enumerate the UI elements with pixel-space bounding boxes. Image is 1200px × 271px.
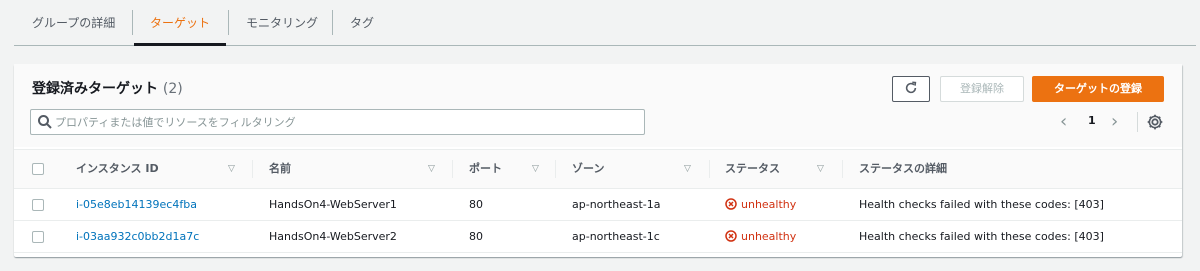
panel-count: (2) (162, 81, 183, 97)
search-input[interactable] (55, 111, 635, 133)
column-divider[interactable] (709, 160, 710, 178)
refresh-icon (905, 81, 917, 94)
pagination-divider (1137, 112, 1138, 132)
status-detail: Health checks failed with these codes: [… (859, 198, 1104, 211)
column-header-name[interactable]: 名前 (269, 150, 291, 188)
tab-targets[interactable]: ターゲット (150, 8, 210, 38)
target-name: HandsOn4-WebServer1 (269, 198, 397, 211)
deregister-button[interactable]: 登録解除 (940, 76, 1024, 102)
column-header-port[interactable]: ポート (469, 150, 502, 188)
gear-icon[interactable] (1146, 113, 1164, 131)
tab-divider (332, 10, 333, 35)
column-header-zone[interactable]: ゾーン (572, 150, 604, 188)
error-circle-icon (725, 198, 737, 210)
status-text: unhealthy (741, 198, 797, 211)
table-row[interactable]: i-05e8eb14139ec4fba HandsOn4-WebServer1 … (14, 189, 1182, 221)
column-divider[interactable] (842, 160, 843, 178)
target-zone: ap-northeast-1a (572, 198, 661, 211)
target-port: 80 (469, 230, 483, 243)
active-tab-indicator (134, 43, 226, 46)
sort-icon[interactable]: ▽ (817, 150, 824, 188)
tab-divider (228, 10, 229, 35)
tab-monitoring[interactable]: モニタリング (246, 8, 318, 38)
status-badge: unhealthy (725, 221, 796, 252)
instance-id-link[interactable]: i-05e8eb14139ec4fba (76, 189, 197, 220)
filter-search-box (30, 109, 645, 135)
panel-header: 登録済みターゲット (2) 登録解除 ターゲットの登録 ‹ 1 › (14, 64, 1182, 147)
status-text: unhealthy (741, 230, 797, 243)
target-port: 80 (469, 198, 483, 211)
register-targets-button[interactable]: ターゲットの登録 (1032, 76, 1164, 102)
search-icon (38, 115, 52, 129)
column-divider[interactable] (252, 160, 253, 178)
sort-icon[interactable]: ▽ (428, 150, 435, 188)
tab-tags[interactable]: タグ (350, 8, 374, 38)
select-all-checkbox[interactable] (32, 163, 44, 175)
column-header-status-detail[interactable]: ステータスの詳細 (859, 150, 947, 188)
refresh-button[interactable] (892, 76, 930, 102)
panel-title-text: 登録済みターゲット (32, 81, 158, 97)
target-name: HandsOn4-WebServer2 (269, 230, 397, 243)
table-row[interactable]: i-03aa932c0bb2d1a7c HandsOn4-WebServer2 … (14, 221, 1182, 253)
sort-icon[interactable]: ▽ (532, 150, 539, 188)
row-checkbox[interactable] (32, 231, 44, 243)
pagination-prev-icon[interactable]: ‹ (1060, 112, 1067, 132)
status-badge: unhealthy (725, 189, 796, 220)
tab-bar: グループの詳細 ターゲット モニタリング タグ (0, 0, 1200, 46)
sort-icon[interactable]: ▽ (228, 150, 235, 188)
column-header-instance-id[interactable]: インスタンス ID (76, 150, 159, 188)
pagination-next-icon[interactable]: › (1111, 112, 1118, 132)
sort-icon[interactable]: ▽ (684, 150, 691, 188)
pagination-current-page[interactable]: 1 (1088, 114, 1096, 127)
target-zone: ap-northeast-1c (572, 230, 660, 243)
column-divider[interactable] (452, 160, 453, 178)
registered-targets-panel: 登録済みターゲット (2) 登録解除 ターゲットの登録 ‹ 1 › (14, 64, 1182, 257)
row-checkbox[interactable] (32, 199, 44, 211)
instance-id-link[interactable]: i-03aa932c0bb2d1a7c (76, 221, 199, 252)
column-divider[interactable] (555, 160, 556, 178)
table-header-row: インスタンス ID ▽ 名前 ▽ ポート ▽ ゾーン ▽ ステータス ▽ ステー… (14, 149, 1182, 189)
panel-title: 登録済みターゲット (2) (32, 78, 183, 98)
tab-divider (132, 10, 133, 35)
column-header-status[interactable]: ステータス (725, 150, 780, 188)
status-detail: Health checks failed with these codes: [… (859, 230, 1104, 243)
tab-group-details[interactable]: グループの詳細 (32, 8, 115, 38)
error-circle-icon (725, 230, 737, 242)
